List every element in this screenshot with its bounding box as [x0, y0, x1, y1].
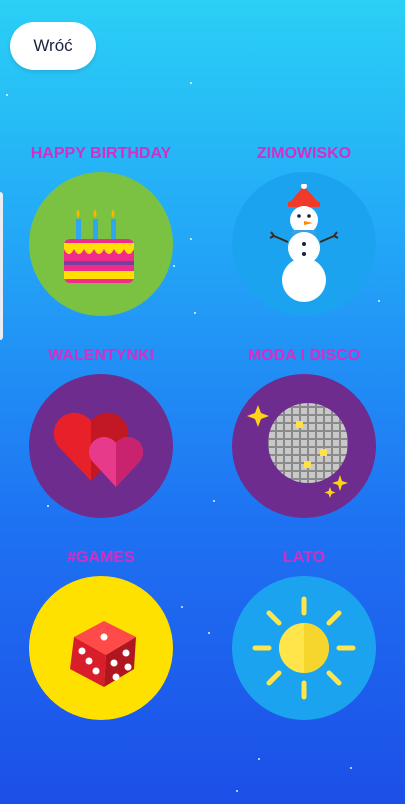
category-circle[interactable]	[232, 576, 376, 720]
snowman-icon	[269, 184, 339, 302]
category-tile-lato[interactable]: LATO	[229, 548, 379, 720]
disco-ball-icon	[247, 403, 348, 498]
sparkle	[236, 790, 238, 792]
category-circle[interactable]	[232, 374, 376, 518]
sparkle	[6, 94, 8, 96]
sparkle	[208, 632, 210, 634]
category-label: ZIMOWISKO	[256, 145, 352, 162]
category-circle[interactable]	[29, 172, 173, 316]
category-tile-moda-i-disco[interactable]: MODA I DISCO	[229, 346, 379, 518]
category-label: WALENTYNKI	[48, 347, 154, 364]
sparkle	[350, 767, 352, 769]
side-panel-handle[interactable]	[0, 192, 3, 340]
category-tile-zimowisko[interactable]: ZIMOWISKO	[229, 144, 379, 316]
sun-icon	[252, 596, 356, 700]
dice-icon	[70, 621, 136, 687]
category-label: HAPPY BIRTHDAY	[30, 145, 172, 162]
category-circle[interactable]	[29, 576, 173, 720]
sparkle	[194, 312, 196, 314]
category-circle[interactable]	[232, 172, 376, 316]
category-tile-games[interactable]: #GAMES	[26, 548, 176, 720]
back-button[interactable]: Wróć	[10, 22, 96, 70]
category-tile-happy-birthday[interactable]: HAPPY BIRTHDAY	[26, 144, 176, 316]
birthday-cake-icon	[64, 209, 134, 283]
category-tile-walentynki[interactable]: WALENTYNKI	[26, 346, 176, 518]
sparkle	[190, 82, 192, 84]
sparkle	[213, 500, 215, 502]
category-label: MODA I DISCO	[247, 347, 361, 364]
hearts-icon	[53, 412, 143, 487]
category-label: #GAMES	[67, 549, 135, 566]
category-label: LATO	[282, 549, 326, 566]
sparkle	[258, 758, 260, 760]
sparkle	[181, 606, 183, 608]
sparkle	[190, 238, 192, 240]
category-circle[interactable]	[29, 374, 173, 518]
